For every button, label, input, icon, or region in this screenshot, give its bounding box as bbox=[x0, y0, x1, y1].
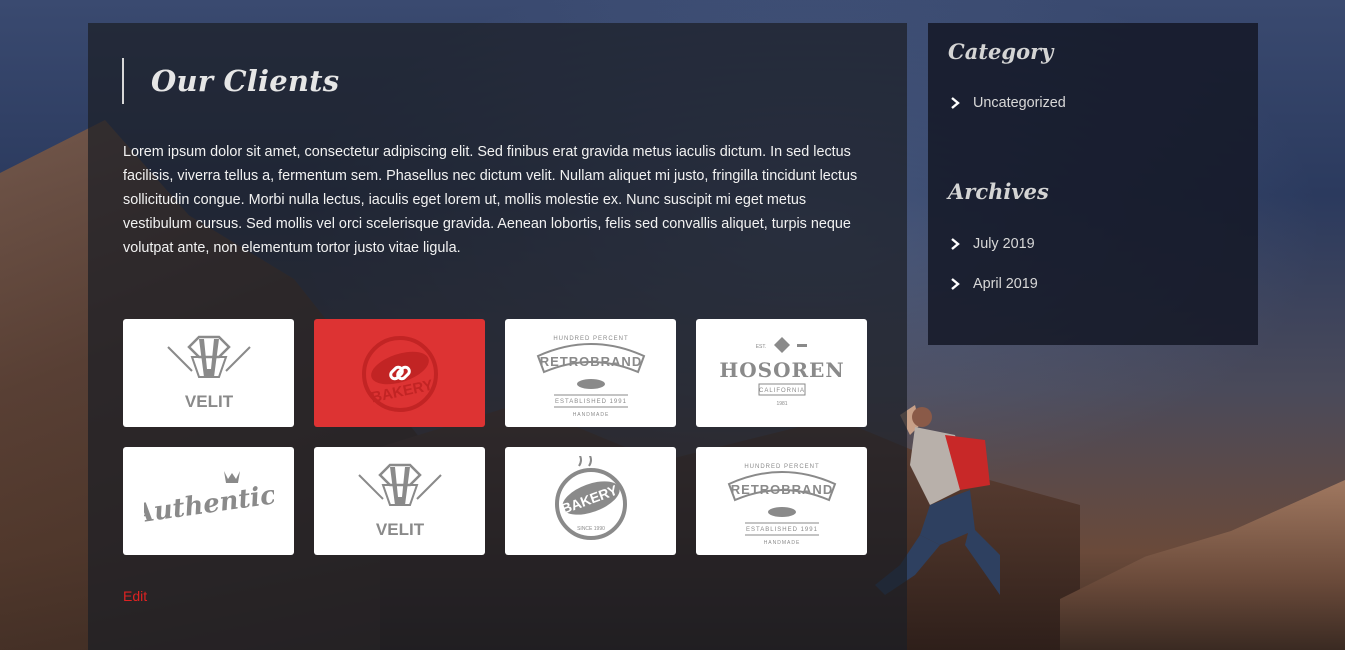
svg-text:CALIFORNIA: CALIFORNIA bbox=[758, 388, 804, 394]
client-card-retrobrand-2[interactable]: HUNDRED PERCENT RETROBRAND ESTABLISHED 1… bbox=[696, 447, 867, 555]
page-title-block: Our Clients bbox=[122, 58, 339, 104]
chevron-right-icon bbox=[951, 238, 960, 250]
retrobrand-logo: HUNDRED PERCENT RETROBRAND ESTABLISHED 1… bbox=[727, 464, 836, 546]
authentic-logo: Authentic bbox=[144, 471, 274, 530]
category-item-label[interactable]: Uncategorized bbox=[973, 95, 1066, 111]
velit-logo: VELIT bbox=[357, 463, 442, 539]
svg-text:HANDMADE: HANDMADE bbox=[572, 412, 609, 418]
main-content-panel: Our Clients Lorem ipsum dolor sit amet, … bbox=[88, 23, 907, 650]
svg-text:VELIT: VELIT bbox=[184, 392, 233, 411]
chevron-right-icon bbox=[951, 278, 960, 290]
svg-text:RETROBRAND: RETROBRAND bbox=[539, 354, 641, 369]
hosoren-logo: EST. HOSOREN CALIFORNIA 1981 bbox=[719, 337, 844, 407]
sidebar: Category Uncategorized Archives July 201… bbox=[928, 23, 1258, 345]
category-item-uncategorized[interactable]: Uncategorized bbox=[948, 95, 1066, 111]
svg-text:RETROBRAND: RETROBRAND bbox=[730, 482, 832, 497]
bakery-logo: BAKERY SINCE 1990 bbox=[554, 456, 627, 540]
edit-link[interactable]: Edit bbox=[123, 588, 147, 604]
chevron-right-icon bbox=[951, 97, 960, 109]
category-widget-title: Category bbox=[948, 39, 1054, 64]
client-card-hosoren[interactable]: EST. HOSOREN CALIFORNIA 1981 bbox=[696, 319, 867, 427]
link-icon[interactable] bbox=[387, 360, 413, 386]
background-mountain-right bbox=[1060, 480, 1345, 650]
svg-text:HUNDRED PERCENT: HUNDRED PERCENT bbox=[744, 464, 819, 470]
svg-text:HUNDRED PERCENT: HUNDRED PERCENT bbox=[553, 336, 628, 342]
svg-text:Authentic: Authentic bbox=[144, 480, 274, 530]
archive-item-label[interactable]: April 2019 bbox=[973, 276, 1038, 292]
velit-logo: VELIT bbox=[166, 335, 251, 411]
client-logo-grid: VELIT BAKERY HUNDRED PERCENT RETROBRAND bbox=[123, 319, 867, 555]
archive-item-july-2019[interactable]: July 2019 bbox=[948, 236, 1035, 252]
client-card-retrobrand[interactable]: HUNDRED PERCENT RETROBRAND ESTABLISHED 1… bbox=[505, 319, 676, 427]
client-card-bakery-active[interactable]: BAKERY bbox=[314, 319, 485, 427]
svg-text:HANDMADE: HANDMADE bbox=[763, 540, 800, 546]
client-card-velit[interactable]: VELIT bbox=[123, 319, 294, 427]
svg-text:ESTABLISHED 1991: ESTABLISHED 1991 bbox=[746, 527, 818, 533]
retrobrand-logo: HUNDRED PERCENT RETROBRAND ESTABLISHED 1… bbox=[536, 336, 645, 418]
client-card-velit-2[interactable]: VELIT bbox=[314, 447, 485, 555]
svg-text:VELIT: VELIT bbox=[375, 520, 424, 539]
svg-text:1981: 1981 bbox=[776, 401, 787, 407]
svg-text:EST.: EST. bbox=[755, 344, 766, 350]
archives-widget-title: Archives bbox=[948, 179, 1049, 204]
intro-paragraph: Lorem ipsum dolor sit amet, consectetur … bbox=[123, 144, 858, 256]
archive-item-april-2019[interactable]: April 2019 bbox=[948, 276, 1038, 292]
svg-text:SINCE 1990: SINCE 1990 bbox=[577, 526, 605, 532]
archive-item-label[interactable]: July 2019 bbox=[973, 236, 1035, 252]
svg-text:HOSOREN: HOSOREN bbox=[719, 358, 844, 382]
svg-text:ESTABLISHED 1991: ESTABLISHED 1991 bbox=[555, 399, 627, 405]
client-card-authentic[interactable]: Authentic bbox=[123, 447, 294, 555]
client-card-bakery-2[interactable]: BAKERY SINCE 1990 bbox=[505, 447, 676, 555]
page-title: Our Clients bbox=[151, 64, 340, 98]
